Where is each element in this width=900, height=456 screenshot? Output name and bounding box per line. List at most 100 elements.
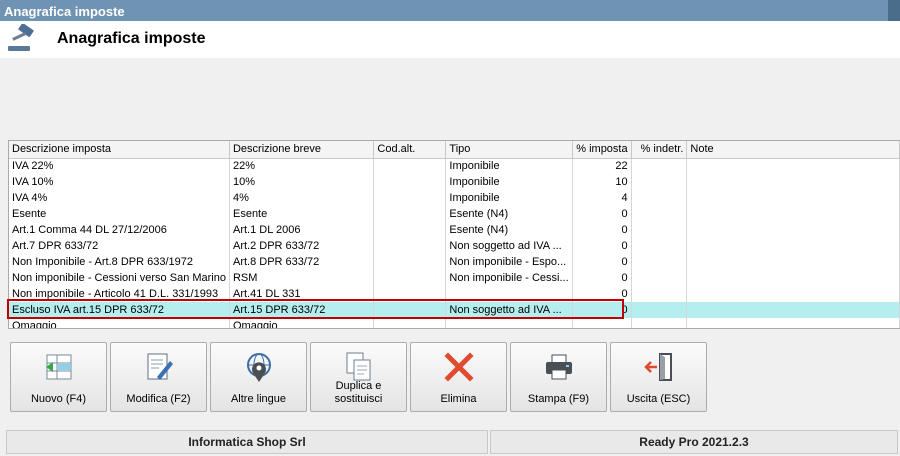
cell-note (686, 222, 900, 238)
cell-descrizione: IVA 10% (9, 174, 230, 190)
cell-descrizione-breve: Esente (229, 206, 375, 222)
status-version: Ready Pro 2021.2.3 (490, 430, 898, 454)
cell-imposta: 10 (572, 174, 632, 190)
action-toolbar: Nuovo (F4) Modifica (F2) Altre lingue Du… (10, 342, 900, 412)
table-row[interactable]: Non imponibile - Cessioni verso San Mari… (9, 270, 900, 286)
table-row[interactable]: Escluso IVA art.15 DPR 633/72 Art.15 DPR … (9, 302, 900, 318)
cell-imposta: 0 (572, 302, 632, 318)
table-row[interactable]: IVA 10% 10% Imponibile 10 (9, 174, 900, 190)
cell-indetr (631, 206, 688, 222)
print-button[interactable]: Stampa (F9) (510, 342, 607, 412)
col-header-tipo[interactable]: Tipo (445, 141, 573, 159)
cell-note (686, 238, 900, 254)
cell-indetr (631, 174, 688, 190)
delete-x-icon (444, 352, 474, 382)
table-row[interactable]: Art.7 DPR 633/72 Art.2 DPR 633/72 Non sogg… (9, 238, 900, 254)
exit-button-label: Uscita (ESC) (626, 393, 691, 405)
cell-tipo: Non imponibile - Cessi... (445, 270, 573, 286)
cell-descrizione-breve: Omaggio (229, 318, 375, 328)
exit-button[interactable]: Uscita (ESC) (610, 342, 707, 412)
cell-descrizione: Art.1 Comma 44 DL 27/12/2006 (9, 222, 230, 238)
cell-note (686, 190, 900, 206)
cell-descrizione: Non imponibile - Articolo 41 D.L. 331/19… (9, 286, 230, 302)
col-header-imposta[interactable]: % imposta (572, 141, 632, 159)
cell-descrizione: IVA 22% (9, 158, 230, 174)
cell-cod-alt (373, 254, 447, 270)
duplicate-button-label: Duplica e sostituisci (334, 380, 383, 405)
cell-imposta: 22 (572, 158, 632, 174)
cell-indetr (631, 238, 688, 254)
page-header: Anagrafica imposte (0, 21, 900, 58)
printer-icon (546, 354, 572, 380)
cell-descrizione: IVA 4% (9, 190, 230, 206)
edit-button-label: Modifica (F2) (126, 393, 191, 405)
cell-indetr (631, 270, 688, 286)
cell-indetr (631, 318, 688, 328)
gavel-icon (8, 24, 34, 51)
cell-descrizione: Non Imponibile - Art.8 DPR 633/1972 (9, 254, 230, 270)
cell-descrizione: Escluso IVA art.15 DPR 633/72 (9, 302, 230, 318)
cell-cod-alt (373, 286, 447, 302)
cell-tipo (445, 286, 573, 302)
cell-descrizione: Esente (9, 206, 230, 222)
other-languages-button[interactable]: Altre lingue (210, 342, 307, 412)
duplicate-button[interactable]: Duplica e sostituisci (310, 342, 407, 412)
table-row[interactable]: Non imponibile - Articolo 41 D.L. 331/19… (9, 286, 900, 302)
status-bar: Informatica Shop Srl Ready Pro 2021.2.3 (0, 428, 900, 456)
cell-descrizione-breve: Art.41 DL 331 (229, 286, 375, 302)
cell-note (686, 158, 900, 174)
table-row[interactable]: Art.1 Comma 44 DL 27/12/2006 Art.1 DL 200… (9, 222, 900, 238)
cell-descrizione-breve: 22% (229, 158, 375, 174)
col-header-descrizione[interactable]: Descrizione imposta (9, 141, 230, 159)
cell-descrizione: Omaggio (9, 318, 230, 328)
cell-tipo: Non imponibile - Espo... (445, 254, 573, 270)
cell-cod-alt (373, 190, 447, 206)
delete-button[interactable]: Elimina (410, 342, 507, 412)
cell-cod-alt (373, 158, 447, 174)
table-row[interactable]: IVA 22% 22% Imponibile 22 (9, 158, 900, 174)
cell-tipo: Imponibile (445, 158, 573, 174)
cell-imposta: 0 (572, 254, 632, 270)
cell-imposta: 0 (572, 206, 632, 222)
col-header-cod-alt[interactable]: Cod.alt. (373, 141, 447, 159)
table-row[interactable]: Omaggio Omaggio (9, 318, 900, 328)
cell-descrizione: Non imponibile - Cessioni verso San Mari… (9, 270, 230, 286)
cell-imposta: 0 (572, 286, 632, 302)
cell-descrizione-breve: Art.1 DL 2006 (229, 222, 375, 238)
cell-tipo: Non soggetto ad IVA ... (445, 238, 573, 254)
cell-descrizione-breve: RSM (229, 270, 375, 286)
edit-button[interactable]: Modifica (F2) (110, 342, 207, 412)
cell-cod-alt (373, 318, 447, 328)
delete-button-label: Elimina (440, 393, 477, 405)
table-row[interactable]: Esente Esente Esente (N4) 0 (9, 206, 900, 222)
cell-note (686, 270, 900, 286)
col-header-note[interactable]: Note (686, 141, 900, 159)
window-title: Anagrafica imposte (4, 4, 125, 19)
cell-cod-alt (373, 302, 447, 318)
cell-tipo: Imponibile (445, 174, 573, 190)
cell-note (686, 254, 900, 270)
col-header-descrizione-breve[interactable]: Descrizione breve (229, 141, 375, 159)
grid-header-row: Descrizione imposta Descrizione breve Co… (9, 141, 900, 159)
cell-indetr (631, 302, 688, 318)
table-row[interactable]: IVA 4% 4% Imponibile 4 (9, 190, 900, 206)
cell-descrizione-breve: Art.8 DPR 633/72 (229, 254, 375, 270)
cell-note (686, 206, 900, 222)
cell-imposta: 4 (572, 190, 632, 206)
cell-tipo: Non soggetto ad IVA ... (445, 302, 573, 318)
col-header-indetr[interactable]: % indetr. (631, 141, 688, 159)
cell-descrizione-breve: Art.15 DPR 633/72 (229, 302, 375, 318)
cell-descrizione-breve: 4% (229, 190, 375, 206)
cell-descrizione-breve: Art.2 DPR 633/72 (229, 238, 375, 254)
cell-descrizione: Art.7 DPR 633/72 (9, 238, 230, 254)
cell-tipo (445, 318, 573, 328)
tax-grid[interactable]: Descrizione imposta Descrizione breve Co… (8, 140, 900, 329)
table-row[interactable]: Non Imponibile - Art.8 DPR 633/1972 Art.8… (9, 254, 900, 270)
cell-indetr (631, 254, 688, 270)
cell-tipo: Esente (N4) (445, 206, 573, 222)
new-button[interactable]: Nuovo (F4) (10, 342, 107, 412)
status-company: Informatica Shop Srl (6, 430, 488, 454)
other-languages-button-label: Altre lingue (230, 393, 287, 405)
cell-imposta: 0 (572, 238, 632, 254)
cell-note (686, 302, 900, 318)
